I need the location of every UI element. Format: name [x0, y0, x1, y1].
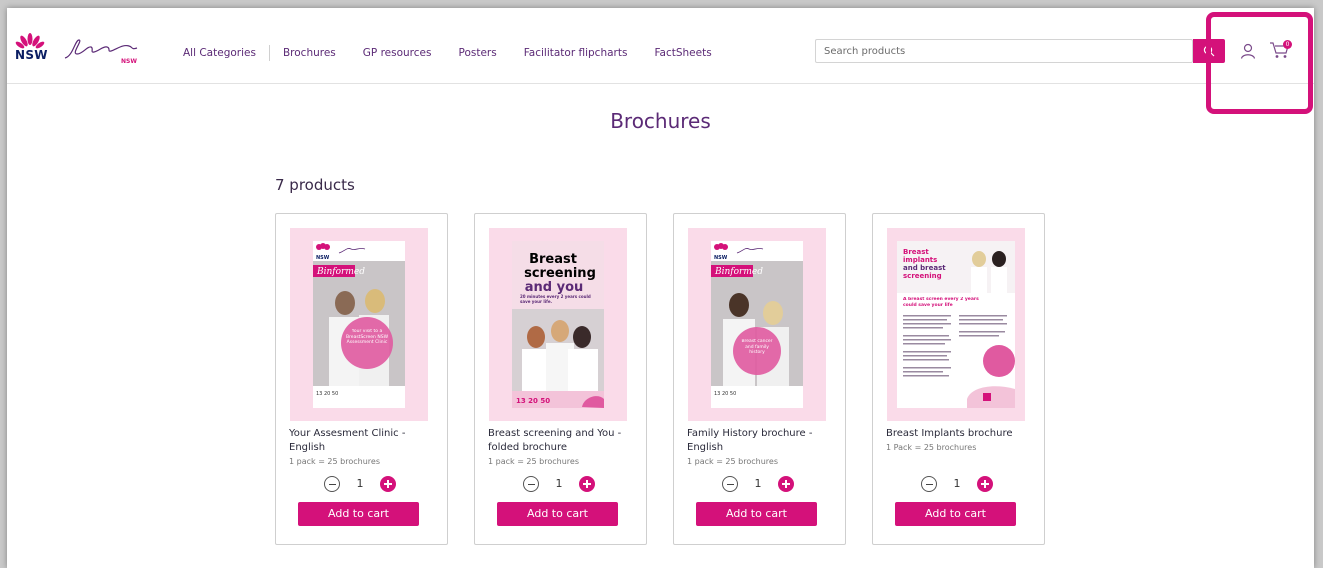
svg-text:13 20 50: 13 20 50 — [316, 391, 338, 397]
product-name[interactable]: Breast Implants brochure — [886, 427, 1036, 441]
product-card: NSW Binformed Breast cancer and family h… — [673, 213, 846, 545]
product-card: NSW Binformed Your visit to a BreastScre… — [275, 213, 448, 545]
svg-text:Binformed: Binformed — [316, 267, 365, 277]
add-to-cart-button[interactable]: Add to cart — [298, 502, 419, 526]
product-name[interactable]: Family History brochure - English — [687, 427, 837, 455]
add-to-cart-button[interactable]: Add to cart — [696, 502, 817, 526]
highlight-annotation-box — [1206, 12, 1313, 114]
quantity-value[interactable]: 1 — [952, 477, 962, 490]
quantity-value[interactable]: 1 — [554, 477, 564, 490]
nav-posters[interactable]: Posters — [458, 47, 496, 59]
increase-quantity-button[interactable] — [977, 476, 993, 492]
increase-quantity-button[interactable] — [579, 476, 595, 492]
product-pack-size: 1 pack = 25 brochures — [687, 457, 778, 466]
svg-text:NSW: NSW — [121, 58, 137, 65]
brochure-cover-image: Breast implants and breast screening A b… — [897, 241, 1015, 408]
brochure-cover-image: Breast screening and you 20 minutes ever… — [512, 241, 604, 408]
quantity-stepper: 1 — [324, 476, 408, 494]
page-title: Brochures — [610, 109, 711, 133]
svg-text:13 20 50: 13 20 50 — [516, 397, 550, 405]
quantity-stepper: 1 — [523, 476, 607, 494]
svg-text:and you: and you — [525, 280, 584, 295]
add-to-cart-button[interactable]: Add to cart — [497, 502, 618, 526]
decrease-quantity-button[interactable] — [523, 476, 539, 492]
product-name[interactable]: Breast screening and You - folded brochu… — [488, 427, 638, 455]
search-input[interactable] — [815, 39, 1193, 63]
product-pack-size: 1 pack = 25 brochures — [488, 457, 579, 466]
svg-text:screening: screening — [903, 272, 942, 280]
svg-text:NSW: NSW — [316, 255, 330, 261]
product-thumbnail[interactable]: Breast screening and you 20 minutes ever… — [489, 228, 627, 421]
svg-text:NSW: NSW — [714, 255, 728, 261]
svg-text:13 20 50: 13 20 50 — [714, 391, 736, 397]
decrease-quantity-button[interactable] — [324, 476, 340, 492]
product-name[interactable]: Your Assesment Clinic - English — [289, 427, 439, 455]
quantity-stepper: 1 — [722, 476, 806, 494]
nav-all-categories[interactable]: All Categories — [183, 47, 256, 59]
decrease-quantity-button[interactable] — [722, 476, 738, 492]
product-pack-size: 1 Pack = 25 brochures — [886, 443, 977, 452]
svg-text:Breast: Breast — [529, 252, 577, 267]
nav-divider — [268, 45, 270, 61]
svg-text:implants: implants — [903, 256, 937, 264]
top-bar: NSW NSW All Categories Brochures GP reso… — [7, 8, 1314, 84]
brochure-cover-image: NSW Binformed Breast cancer and family h… — [711, 241, 803, 408]
product-thumbnail[interactable]: Breast implants and breast screening A b… — [887, 228, 1025, 421]
product-card: Breast screening and you 20 minutes ever… — [474, 213, 647, 545]
brochure-cover-image: NSW Binformed Your visit to a BreastScre… — [313, 241, 405, 408]
svg-text:Breast: Breast — [903, 248, 929, 256]
increase-quantity-button[interactable] — [778, 476, 794, 492]
page: NSW NSW All Categories Brochures GP reso… — [7, 8, 1314, 568]
decrease-quantity-button[interactable] — [921, 476, 937, 492]
quantity-stepper: 1 — [921, 476, 1005, 494]
increase-quantity-button[interactable] — [380, 476, 396, 492]
svg-text:and breast: and breast — [903, 264, 946, 272]
svg-text:Binformed: Binformed — [714, 267, 763, 277]
main-nav: All Categories Brochures GP resources Po… — [183, 45, 712, 61]
svg-text:screening: screening — [524, 266, 596, 281]
product-thumbnail[interactable]: NSW Binformed Your visit to a BreastScre… — [290, 228, 428, 421]
product-card: Breast implants and breast screening A b… — [872, 213, 1045, 545]
nav-factsheets[interactable]: FactSheets — [654, 47, 711, 59]
quantity-value[interactable]: 1 — [753, 477, 763, 490]
breastscreen-logo[interactable]: NSW — [63, 32, 143, 66]
product-pack-size: 1 pack = 25 brochures — [289, 457, 380, 466]
nav-brochures[interactable]: Brochures — [283, 47, 336, 59]
add-to-cart-button[interactable]: Add to cart — [895, 502, 1016, 526]
quantity-value[interactable]: 1 — [355, 477, 365, 490]
nav-gp-resources[interactable]: GP resources — [363, 47, 432, 59]
nsw-logo-text: NSW — [15, 48, 48, 62]
nav-facilitator-flipcharts[interactable]: Facilitator flipcharts — [524, 47, 628, 59]
product-thumbnail[interactable]: NSW Binformed Breast cancer and family h… — [688, 228, 826, 421]
product-count: 7 products — [275, 176, 355, 194]
